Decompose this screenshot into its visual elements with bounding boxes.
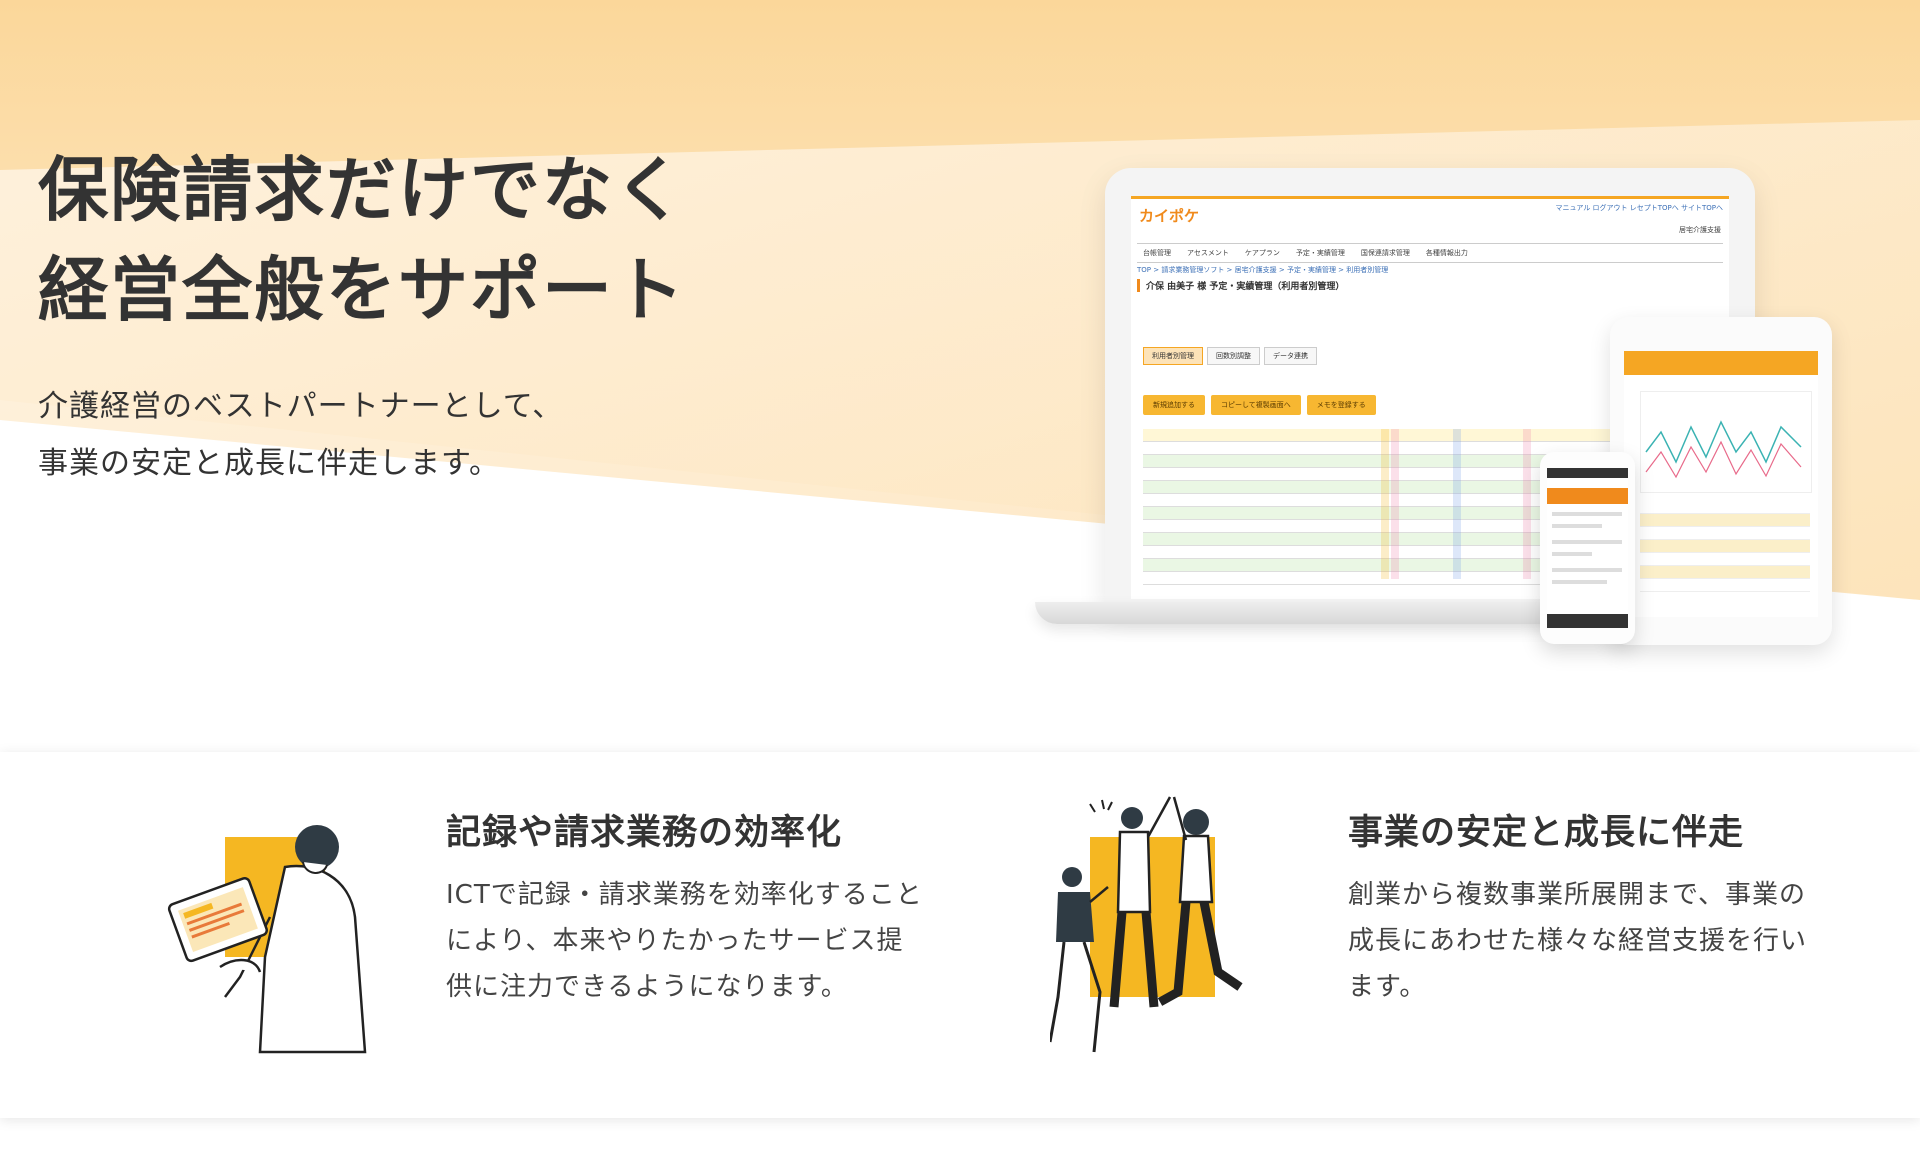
hero-subtitle: 介護経営のベストパートナーとして、 事業の安定と成長に伴走します。 xyxy=(38,378,563,492)
hero-title: 保険請求だけでなく 経営全般をサポート xyxy=(38,140,686,340)
person-with-tablet-illustration xyxy=(167,825,367,1054)
hero-title-line-1: 保険請求だけでなく xyxy=(38,149,686,231)
feature-text-1-line: 供に注力できるようになります。 xyxy=(446,972,848,1002)
app-page-title: 介保 由美子 様 予定・実績管理（利用者別管理） xyxy=(1137,279,1723,292)
app-tab: データ連携 xyxy=(1264,347,1317,365)
app-tabs: 利用者別管理 回数別調整 データ連携 xyxy=(1143,347,1317,365)
app-tab: 回数別調整 xyxy=(1207,347,1260,365)
feature-text-1-line: により、本来やりたかったサービス提 xyxy=(446,926,904,956)
app-button: コピーして複製画面へ xyxy=(1211,395,1301,415)
app-button: 新規追加する xyxy=(1143,395,1205,415)
tablet-chart xyxy=(1640,391,1812,493)
feature-text-1-line: ICTで記録・請求業務を効率化すること xyxy=(446,880,923,910)
tablet-screen xyxy=(1624,351,1818,617)
hero-subtitle-line-2: 事業の安定と成長に伴走します。 xyxy=(38,446,500,481)
app-nav: 台帳管理 アセスメント ケアプラン 予定・実績管理 国保連請求管理 各種情報出力 xyxy=(1137,243,1723,263)
feature-text-2: 創業から複数事業所展開まで、事業の 成長にあわせた様々な経営支援を行い ます。 xyxy=(1348,872,1807,1010)
feature-text-2-line: ます。 xyxy=(1348,972,1427,1002)
app-nav-item: 予定・実績管理 xyxy=(1295,249,1345,257)
app-button: メモを登録する xyxy=(1306,395,1376,415)
feature-title-1: 記録や請求業務の効率化 xyxy=(446,813,843,853)
app-top-links: マニュアル ログアウト レセプトTOPへ サイトTOPへ xyxy=(1555,204,1723,212)
app-nav-item: ケアプラン xyxy=(1244,249,1280,257)
hero-subtitle-line-1: 介護経営のベストパートナーとして、 xyxy=(38,389,564,424)
app-tab: 利用者別管理 xyxy=(1143,347,1203,365)
phone-mockup xyxy=(1540,452,1635,644)
feature-title-2: 事業の安定と成長に伴走 xyxy=(1348,813,1745,853)
app-breadcrumb: TOP > 請求業務管理ソフト > 居宅介護支援 > 予定・実績管理 > 利用者… xyxy=(1137,266,1389,274)
feature-text-1: ICTで記録・請求業務を効率化すること により、本来やりたかったサービス提 供に… xyxy=(446,872,923,1010)
app-nav-item: アセスメント xyxy=(1187,249,1229,257)
hero-title-line-2: 経営全般をサポート xyxy=(38,249,686,331)
app-nav-item: 台帳管理 xyxy=(1143,249,1171,257)
features-card: 記録や請求業務の効率化 ICTで記録・請求業務を効率化すること により、本来やり… xyxy=(0,752,1920,1118)
tablet-mockup xyxy=(1610,317,1832,645)
high-five-group-illustration xyxy=(1050,796,1243,1053)
feature-text-2-line: 成長にあわせた様々な経営支援を行い xyxy=(1348,926,1808,956)
phone-screen xyxy=(1547,468,1628,628)
app-sub-label: 居宅介護支援 xyxy=(1679,226,1721,234)
app-nav-item: 各種情報出力 xyxy=(1425,249,1468,257)
app-logo: カイポケ xyxy=(1139,207,1200,225)
app-nav-item: 国保連請求管理 xyxy=(1360,249,1410,257)
feature-text-2-line: 創業から複数事業所展開まで、事業の xyxy=(1348,880,1806,910)
app-buttons: 新規追加する コピーして複製画面へ メモを登録する xyxy=(1143,395,1376,415)
